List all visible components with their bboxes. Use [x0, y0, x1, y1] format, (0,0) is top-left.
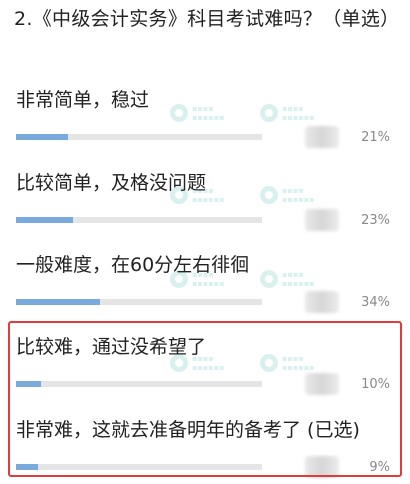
- progress-bar-fill: [16, 299, 100, 305]
- option-3[interactable]: 一般难度，在60分左右徘徊 34%: [16, 253, 402, 313]
- progress-bar-track: [16, 217, 262, 223]
- progress-bar-fill: [16, 134, 68, 140]
- question-title: 2.《中级会计实务》科目考试难吗？（单选）: [14, 8, 400, 30]
- option-label: 非常简单，稳过: [16, 89, 150, 111]
- option-2[interactable]: 比较简单，及格没问题 23%: [16, 171, 402, 231]
- progress-bar-track: [16, 134, 262, 140]
- option-label: 一般难度，在60分左右徘徊: [16, 254, 250, 276]
- option-4[interactable]: 比较难，通过没希望了 10%: [16, 335, 402, 395]
- survey-page: 2.《中级会计实务》科目考试难吗？（单选） ▪▪▪▪ ▪▪▪▪▪▪ ▪▪▪▪ ▪▪▪…: [0, 0, 410, 484]
- progress-bar-track: [16, 299, 262, 305]
- progress-bar-track: [16, 381, 262, 387]
- option-1[interactable]: 非常简单，稳过 21%: [16, 88, 402, 148]
- blurred-vote-count: [305, 456, 339, 478]
- option-5[interactable]: 非常难，这就去准备明年的备考了 (已选) 9%: [16, 418, 402, 478]
- option-percent: 21%: [361, 130, 390, 145]
- option-percent: 9%: [369, 460, 390, 475]
- progress-bar-fill: [16, 464, 38, 470]
- option-percent: 23%: [361, 213, 390, 228]
- blurred-vote-count: [305, 209, 339, 231]
- option-label: 比较简单，及格没问题: [16, 172, 207, 194]
- option-percent: 10%: [361, 377, 390, 392]
- option-label: 比较难，通过没希望了: [16, 336, 207, 358]
- blurred-vote-count: [305, 126, 339, 148]
- blurred-vote-count: [305, 373, 339, 395]
- blurred-vote-count: [305, 291, 339, 313]
- progress-bar-fill: [16, 217, 73, 223]
- progress-bar-track: [16, 464, 262, 470]
- progress-bar-fill: [16, 381, 41, 387]
- option-label: 非常难，这就去准备明年的备考了 (已选): [16, 419, 360, 441]
- option-percent: 34%: [361, 295, 390, 310]
